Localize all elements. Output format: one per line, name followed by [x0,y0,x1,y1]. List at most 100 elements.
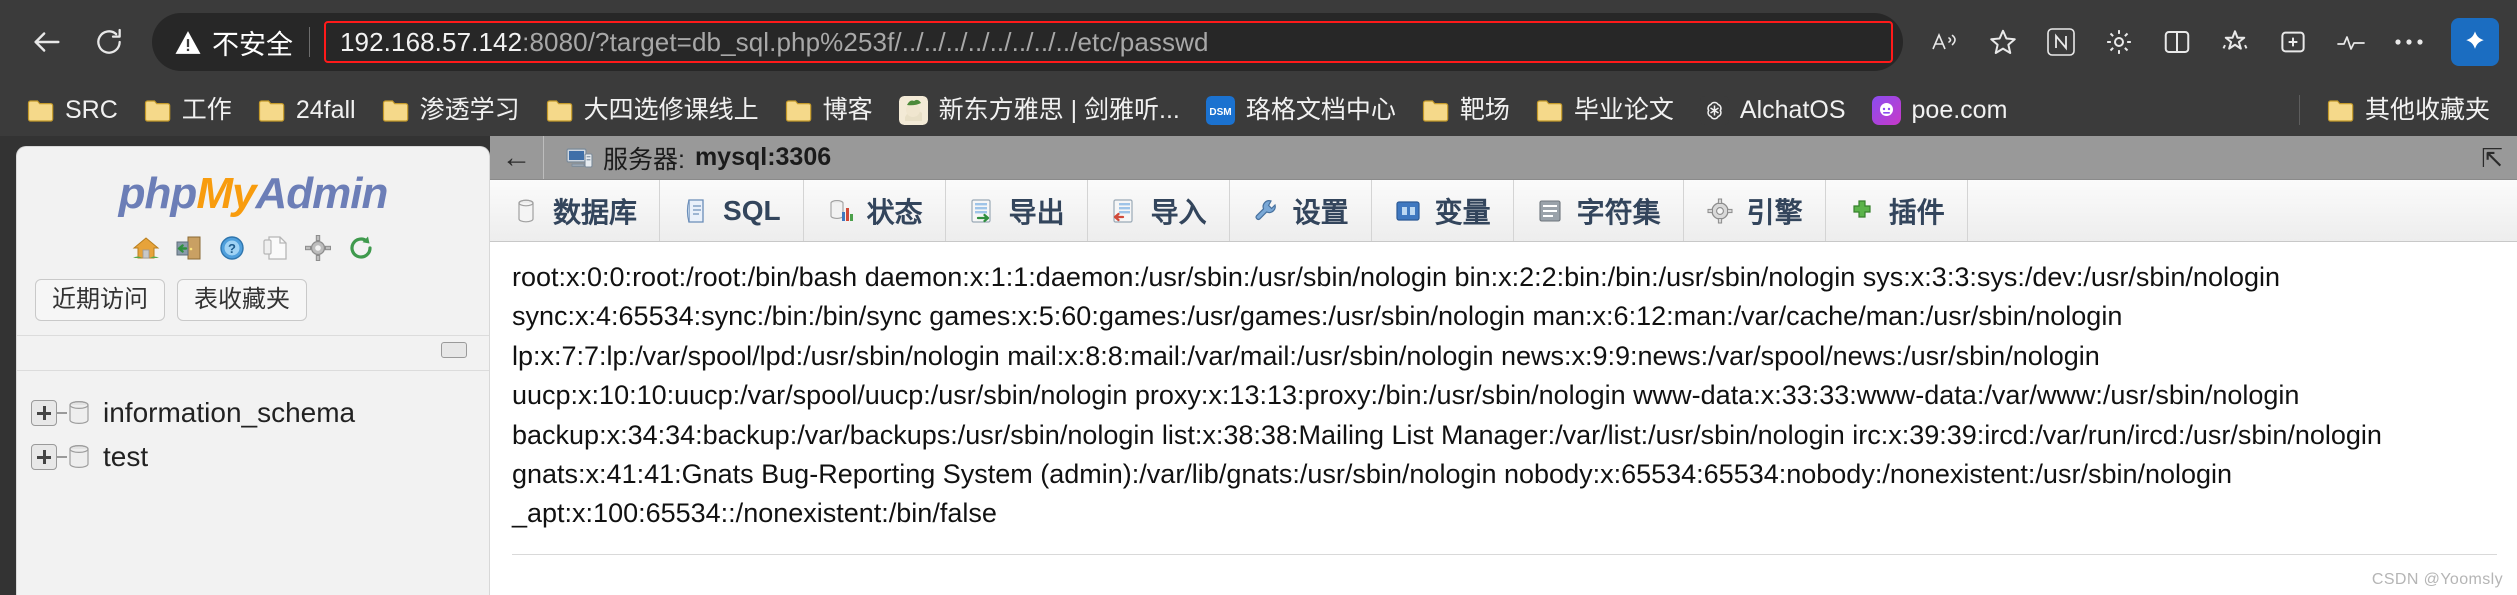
read-aloud-glyph-icon [1932,32,1956,50]
tab-label: 数据库 [553,196,638,228]
performance-icon[interactable] [2323,14,2379,70]
tab-label: 导出 [1008,196,1065,228]
tab-recent[interactable]: 近期访问 [35,279,165,322]
copilot-button[interactable] [2451,18,2499,66]
expand-plus-icon[interactable] [31,400,57,427]
bookmark-dasi-xuanxiuke[interactable]: 大四选修课线上 [533,92,772,129]
more-options-icon[interactable] [2381,14,2437,70]
pma-navigation-inner: phpMyAdmin ? 近期访问 表收藏夹 information_schem… [16,146,490,595]
svg-text:DSM: DSM [1209,107,1231,118]
bookmark-biye-lunwen[interactable]: 毕业论文 [1523,92,1687,129]
url-host: 192.168.57.142 [340,26,523,57]
tab-status[interactable]: 状态 [804,180,946,241]
tab-label: SQL [723,194,781,226]
tab-label: 变量 [1434,196,1491,228]
bookmark-src[interactable]: SRC [14,92,131,129]
tab-label: 状态 [866,196,923,228]
back-button[interactable] [18,13,76,71]
security-label: 不安全 [212,29,293,60]
database-icon [69,445,89,469]
help-icon[interactable]: ? [217,233,247,263]
tab-plugins[interactable]: 插件 [1826,180,1968,241]
site-favicon-icon [898,95,928,125]
collections-glyph-icon [2222,30,2248,50]
server-prefix: 服务器: [603,145,685,174]
folder-icon [2327,99,2354,122]
pma-navigation-panel: phpMyAdmin ? 近期访问 表收藏夹 information_schem… [0,136,490,595]
url-highlight-box[interactable]: 192.168.57.142:8080/?target=db_sql.php%2… [324,21,1893,63]
tab-charsets[interactable]: 字符集 [1514,180,1684,241]
folder-icon [144,99,171,122]
notion-extension-icon[interactable] [2033,14,2089,70]
notion-glyph-icon [2047,28,2075,56]
watermark: CSDN @Yoomsly [2371,571,2503,588]
logo-my: My [196,169,256,218]
omnibox-separator [309,27,310,57]
read-aloud-icon[interactable] [1917,14,1973,70]
logo-php: php [118,169,198,218]
bookmark-gongzuo[interactable]: 工作 [131,92,245,129]
tab-import[interactable]: 导入 [1088,180,1230,241]
bookmark-label: AlchatOS [1739,95,1846,124]
folder-icon [1422,99,1449,122]
split-screen-icon[interactable] [2149,14,2205,70]
tab-variables[interactable]: 变量 [1372,180,1514,241]
dsm-favicon-icon: DSM [1205,95,1235,125]
bookmark-alchatos[interactable]: AlchatOS [1687,90,1859,131]
bookmark-label: SRC [65,95,118,124]
breadcrumb-back-button[interactable]: ← [490,136,544,179]
database-icon [518,199,534,222]
logout-icon[interactable] [174,233,204,263]
extensions-icon[interactable] [2091,14,2147,70]
bookmark-label: 24fall [295,95,356,124]
tree-connector [57,412,67,415]
tab-sql[interactable]: SQL [660,180,804,241]
browser-essentials-icon[interactable] [2265,14,2321,70]
bookmark-label: poe.com [1911,95,2008,124]
reload-navigation-icon[interactable] [346,233,376,263]
server-value: mysql:3306 [694,143,832,171]
expand-plus-icon[interactable] [31,444,57,471]
url-text: 192.168.57.142:8080/?target=db_sql.php%2… [340,27,1209,58]
bookmarks-bar: SRC 工作 24fall 渗透学习 大四选修课线上 博客 新东方雅思 | 剑雅… [0,84,2517,136]
passwd-line: backup:x:34:34:backup:/var/backups:/usr/… [512,419,2382,450]
bookmark-xindongfang-yasi[interactable]: 新东方雅思 | 剑雅听... [886,90,1193,131]
bookmark-label: 渗透学习 [419,95,520,124]
database-name: test [103,441,149,473]
tab-databases[interactable]: 数据库 [490,180,661,241]
tree-item-test[interactable]: test [31,441,489,473]
database-icon [69,401,89,425]
phpmyadmin-logo[interactable]: phpMyAdmin [17,169,489,219]
server-icon [566,147,593,168]
folder-icon [546,99,572,122]
variables-icon [1396,200,1420,221]
tab-favorites[interactable]: 表收藏夹 [177,279,307,322]
svg-text:?: ? [228,241,236,256]
bookmark-bachang[interactable]: 靶场 [1409,92,1523,129]
url-path: :8080/?target=db_sql.php%253f/../../../.… [522,26,1209,57]
docs-icon[interactable] [260,233,290,263]
collapse-panel-button[interactable]: ⇱ [2481,145,2503,171]
settings-gear-icon[interactable] [303,233,333,263]
address-bar[interactable]: 不安全 192.168.57.142:8080/?target=db_sql.p… [152,13,1903,71]
server-breadcrumb-bar: ← 服务器: mysql:3306 ⇱ [490,136,2517,180]
tab-engines[interactable]: 引擎 [1684,180,1826,241]
bookmark-boke[interactable]: 博客 [772,92,886,129]
bookmark-shentou-xuexi[interactable]: 渗透学习 [369,92,533,129]
collapse-navigation-toggle[interactable] [441,342,467,359]
home-icon[interactable] [131,233,161,263]
collections-icon[interactable] [2207,14,2263,70]
poe-favicon-icon [1871,95,1901,125]
bookmark-24fall[interactable]: 24fall [245,92,369,129]
favorite-star-icon[interactable] [1975,14,2031,70]
reload-button[interactable] [80,13,138,71]
security-indicator[interactable]: 不安全 [174,23,309,62]
tree-item-information-schema[interactable]: information_schema [31,397,489,429]
bookmark-poe[interactable]: poe.com [1859,90,2021,131]
tab-export[interactable]: 导出 [946,180,1088,241]
sql-icon [686,198,704,223]
bookmark-luoge-wendang[interactable]: DSM 珞格文档中心 [1193,90,1409,131]
tab-settings[interactable]: 设置 [1230,180,1372,241]
bookmark-other-folder[interactable]: 其他收藏夹 [2314,92,2503,129]
wrench-icon [1255,199,1276,220]
